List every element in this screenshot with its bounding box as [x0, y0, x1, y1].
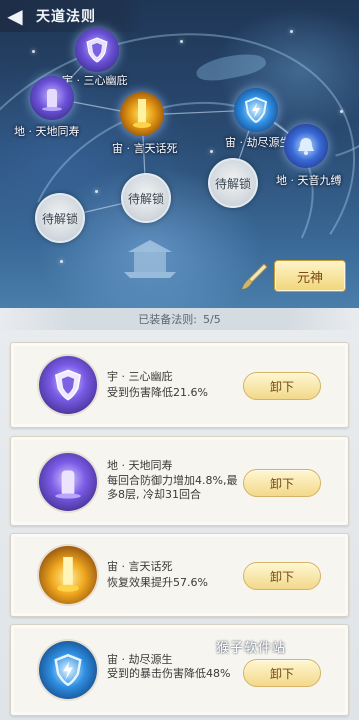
constellation-map: ◀ 天道法则 宇 · 三心幽庇 地 · 天地同寿 宙 · 言天话死 宙 · 劫尽… [0, 0, 359, 308]
yuanshen-button[interactable]: 元神 [274, 260, 346, 292]
equipped-panel: 已装备法则: 5/5 宇 · 三心幽庇 受到伤害降低21.6% 卸下 地 · 天… [0, 308, 359, 720]
node-label-di-tiandi: 地 · 天地同寿 [14, 125, 80, 138]
rule-icon [39, 453, 97, 511]
rule-icon [39, 546, 97, 604]
rule-card: 地 · 天地同寿 每回合防御力增加4.8%,最多8层, 冷却31回合 卸下 [10, 436, 349, 526]
node-di-tiandi[interactable] [30, 76, 74, 120]
rule-name: 宇 · 三心幽庇 [107, 370, 173, 383]
pillar-icon [30, 76, 74, 120]
rule-icon [39, 356, 97, 414]
node-di-tianyin[interactable] [284, 124, 328, 168]
bell-icon [284, 124, 328, 168]
unload-button[interactable]: 卸下 [243, 659, 321, 687]
node-label-zhou-jiejin: 宙 · 劫尽源生 [225, 136, 291, 149]
equipped-label: 已装备法则: [138, 313, 197, 326]
node-zhou-yantian[interactable] [120, 92, 164, 136]
shield-lightning-icon [39, 641, 97, 699]
rule-name: 地 · 天地同寿 [107, 459, 173, 472]
unload-button[interactable]: 卸下 [243, 469, 321, 497]
shield-icon [39, 356, 97, 414]
node-yu-sanxin[interactable] [75, 28, 119, 72]
rule-name: 宙 · 劫尽源生 [107, 653, 173, 666]
equipped-header: 已装备法则: 5/5 [0, 308, 359, 330]
shield-icon [75, 28, 119, 72]
locked-slot[interactable]: 待解锁 [208, 158, 258, 208]
rule-desc: 受到伤害降低21.6% [107, 386, 208, 399]
rule-desc: 受到的暴击伤害降低48% [107, 667, 231, 680]
unload-button[interactable]: 卸下 [243, 562, 321, 590]
locked-slot[interactable]: 待解锁 [121, 173, 171, 223]
pillar-icon [39, 453, 97, 511]
rule-card: 宙 · 言天话死 恢复效果提升57.6% 卸下 [10, 533, 349, 617]
light-pillar-icon [120, 92, 164, 136]
yuanshen-group: 元神 [240, 260, 346, 292]
node-zhou-jiejin[interactable] [234, 88, 278, 132]
rule-icon [39, 641, 97, 699]
rule-card: 宇 · 三心幽庇 受到伤害降低21.6% 卸下 [10, 342, 349, 428]
locked-slot[interactable]: 待解锁 [35, 193, 85, 243]
node-label-di-tianyin: 地 · 天音九缚 [276, 174, 342, 187]
page-title: 天道法则 [36, 9, 96, 25]
node-label-zhou-yantian: 宙 · 言天话死 [112, 142, 178, 155]
watermark: 猴子软件站 [216, 641, 287, 656]
unload-button[interactable]: 卸下 [243, 372, 321, 400]
brush-icon [242, 263, 268, 289]
rule-desc: 恢复效果提升57.6% [107, 576, 208, 589]
light-pillar-icon [39, 546, 97, 604]
title-bar: ◀ 天道法则 [0, 0, 145, 32]
rule-desc: 每回合防御力增加4.8%,最多8层, 冷却31回合 [107, 474, 238, 501]
shield-lightning-icon [234, 88, 278, 132]
back-arrow-icon: ◀ [7, 4, 23, 28]
rule-card: 宙 · 劫尽源生 受到的暴击伤害降低48% 卸下 [10, 624, 349, 716]
back-button[interactable]: ◀ [0, 0, 30, 32]
rule-name: 宙 · 言天话死 [107, 560, 173, 573]
equipped-count: 5/5 [203, 312, 221, 326]
